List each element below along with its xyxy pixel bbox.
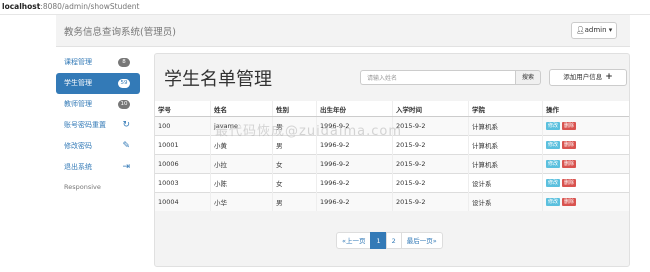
count-badge: 8	[118, 58, 130, 67]
cell-actions: 修改 删除	[542, 173, 629, 193]
cell-birth: 1996-9-2	[316, 154, 393, 174]
table-header-row: 学号 姓名 性别 出生年份 入学时间 学院 操作	[155, 101, 629, 117]
table-row: 10006 小拉 女 1996-9-2 2015-9-2 计算机系 修改 删除	[155, 154, 629, 174]
cell-id: 10004	[155, 192, 211, 211]
cell-name: 小拉	[210, 154, 273, 174]
delete-button[interactable]: 删除	[562, 179, 577, 187]
cell-name: 小华	[210, 192, 273, 211]
cell-name: javame	[210, 116, 273, 136]
sidebar-footer: Responsive	[64, 183, 101, 191]
cell-id: 10003	[155, 173, 211, 193]
sidebar-item-label: 账号密码重置	[64, 121, 106, 129]
search-button[interactable]: 搜索	[515, 70, 541, 85]
cell-actions: 修改 删除	[542, 154, 629, 174]
url-text[interactable]: localhost:8080/admin/showStudent	[2, 2, 139, 12]
delete-button[interactable]: 删除	[562, 141, 577, 149]
cell-actions: 修改 删除	[542, 116, 629, 136]
user-label: admin	[584, 26, 607, 34]
column-header: 入学时间	[392, 101, 469, 117]
sidebar-item-label: 学生管理	[64, 79, 92, 87]
pagination: «上一页 1 2 最后一页»	[336, 232, 443, 249]
cell-actions: 修改 删除	[542, 192, 629, 211]
app-brand[interactable]: 教务信息查询系统(管理员)	[64, 24, 176, 38]
cell-enroll: 2015-9-2	[392, 135, 469, 155]
cell-enroll: 2015-9-2	[392, 173, 469, 193]
cell-enroll: 2015-9-2	[392, 192, 469, 211]
pagination-last[interactable]: 最后一页»	[400, 232, 443, 249]
cell-enroll: 2015-9-2	[392, 154, 469, 174]
table-row: 10004 小华 男 1996-9-2 2015-9-2 设计系 修改 删除	[155, 192, 629, 211]
student-table: 学号 姓名 性别 出生年份 入学时间 学院 操作 100 javame 男 19…	[155, 101, 629, 211]
sidebar-item-label: 修改密码	[64, 142, 92, 150]
column-header: 操作	[542, 101, 629, 117]
cell-actions: 修改 删除	[542, 135, 629, 155]
cell-birth: 1996-9-2	[316, 192, 393, 211]
pagination-prev[interactable]: «上一页	[336, 232, 372, 249]
table-row: 10001 小黄 男 1996-9-2 2015-9-2 计算机系 修改 删除	[155, 135, 629, 155]
edit-button[interactable]: 修改	[546, 198, 561, 206]
logout-icon: ⇥	[122, 162, 130, 172]
plus-icon: +	[605, 72, 613, 82]
column-header: 性别	[272, 101, 317, 117]
user-icon: 👤︎	[575, 26, 585, 34]
sidebar: 课程管理 8 学生管理 59 教师管理 10 账号密码重置 ↻ 修改密码 ✎ 退…	[56, 52, 140, 197]
column-header: 出生年份	[316, 101, 393, 117]
count-badge: 10	[118, 100, 130, 109]
edit-button[interactable]: 修改	[546, 141, 561, 149]
cell-name: 小黄	[210, 135, 273, 155]
sidebar-item-students[interactable]: 学生管理 59	[56, 73, 140, 94]
sidebar-item-reset-password[interactable]: 账号密码重置 ↻	[56, 115, 140, 136]
cell-college: 设计系	[468, 192, 543, 211]
column-header: 学号	[155, 101, 211, 117]
add-user-button[interactable]: 添加用户信息 +	[549, 69, 627, 86]
cell-gender: 女	[272, 154, 317, 174]
search-input[interactable]: 请输入姓名	[360, 70, 515, 85]
user-dropdown-button[interactable]: 👤︎admin ▾	[571, 22, 617, 39]
cell-birth: 1996-9-2	[316, 116, 393, 136]
cell-id: 10006	[155, 154, 211, 174]
delete-button[interactable]: 删除	[562, 198, 577, 206]
cell-id: 100	[155, 116, 211, 136]
edit-button[interactable]: 修改	[546, 160, 561, 168]
cell-college: 计算机系	[468, 116, 543, 136]
table-row: 100 javame 男 1996-9-2 2015-9-2 计算机系 修改 删除	[155, 116, 629, 136]
sidebar-item-label: 课程管理	[64, 58, 92, 66]
cell-id: 10001	[155, 135, 211, 155]
cell-gender: 女	[272, 173, 317, 193]
pagination-page-2[interactable]: 2	[385, 232, 402, 249]
delete-button[interactable]: 删除	[562, 160, 577, 168]
cell-enroll: 2015-9-2	[392, 116, 469, 136]
refresh-icon: ↻	[122, 120, 130, 130]
column-header: 姓名	[210, 101, 273, 117]
caret-down-icon: ▾	[608, 26, 613, 34]
add-user-label: 添加用户信息	[563, 73, 603, 81]
pagination-page-1[interactable]: 1	[370, 232, 387, 249]
cell-college: 计算机系	[468, 135, 543, 155]
cell-gender: 男	[272, 192, 317, 211]
browser-address-bar[interactable]: localhost:8080/admin/showStudent	[0, 0, 650, 15]
sidebar-item-label: 教师管理	[64, 100, 92, 108]
edit-button[interactable]: 修改	[546, 179, 561, 187]
sidebar-item-teachers[interactable]: 教师管理 10	[56, 94, 140, 115]
cell-gender: 男	[272, 116, 317, 136]
column-header: 学院	[468, 101, 543, 117]
sidebar-item-logout[interactable]: 退出系统 ⇥	[56, 157, 140, 178]
sidebar-item-label: 退出系统	[64, 163, 92, 171]
cell-college: 设计系	[468, 173, 543, 193]
cell-birth: 1996-9-2	[316, 173, 393, 193]
sidebar-item-courses[interactable]: 课程管理 8	[56, 52, 140, 73]
sidebar-item-change-password[interactable]: 修改密码 ✎	[56, 136, 140, 157]
count-badge: 59	[118, 79, 130, 88]
cell-birth: 1996-9-2	[316, 135, 393, 155]
main-panel: 学生名单管理 请输入姓名 搜索 添加用户信息 + 学号 姓名 性别 出生年份 入学…	[154, 53, 630, 267]
pencil-icon: ✎	[122, 141, 130, 151]
cell-college: 计算机系	[468, 154, 543, 174]
top-navbar: 教务信息查询系统(管理员) 👤︎admin ▾	[56, 15, 630, 47]
page-title: 学生名单管理	[164, 69, 272, 90]
cell-gender: 男	[272, 135, 317, 155]
cell-name: 小陈	[210, 173, 273, 193]
delete-button[interactable]: 删除	[562, 122, 577, 130]
table-row: 10003 小陈 女 1996-9-2 2015-9-2 设计系 修改 删除	[155, 173, 629, 193]
edit-button[interactable]: 修改	[546, 122, 561, 130]
